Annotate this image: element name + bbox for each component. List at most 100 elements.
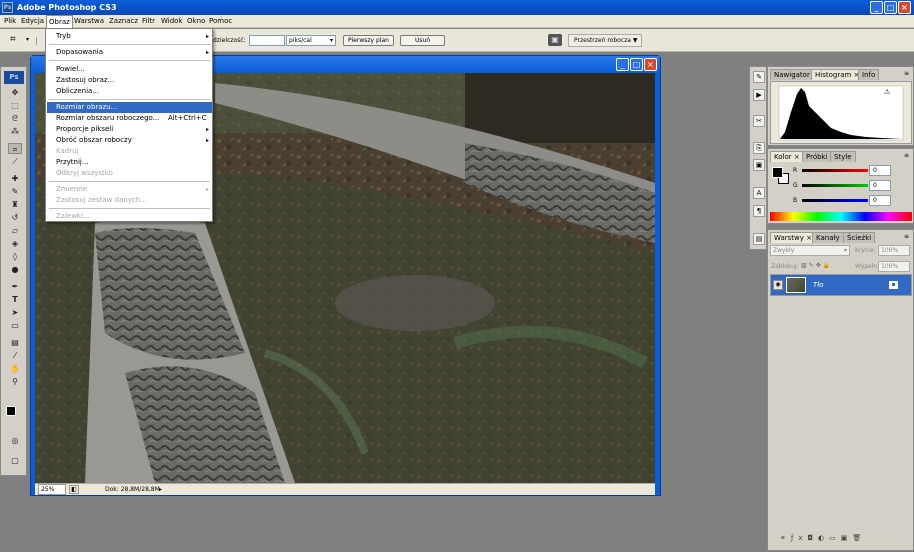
crop-tool-preset-icon[interactable]: ⌗: [10, 34, 24, 46]
menu-okno[interactable]: Okno: [187, 17, 205, 25]
move-tool-icon[interactable]: ✥: [8, 87, 22, 98]
eraser-tool-icon[interactable]: ▱: [8, 225, 22, 236]
red-value-input[interactable]: 0: [869, 165, 891, 176]
layers-panel: Warstwy × Kanały Ścieżki ≡ Zwykły ▾ Kryci…: [767, 229, 914, 551]
marquee-tool-icon[interactable]: ⬚: [8, 100, 22, 111]
menu-item-rozmiar-obszaru-roboczego[interactable]: Rozmiar obszaru roboczego... Alt+Ctrl+C: [47, 113, 212, 124]
blur-tool-icon[interactable]: ◊: [8, 251, 22, 262]
layer-row-background[interactable]: ◉ Tło ▪: [770, 274, 912, 296]
workspace-button[interactable]: Przestrzeń robocza ▼: [568, 34, 642, 47]
panel-menu-icon[interactable]: ≡: [904, 152, 909, 159]
menu-item-dopasowania[interactable]: Dopasowania ▸: [47, 47, 212, 58]
red-slider[interactable]: [802, 169, 868, 172]
green-value-input[interactable]: 0: [869, 180, 891, 191]
brush-tool-icon[interactable]: ✎: [8, 186, 22, 197]
menu-item-obroc-obszar-roboczy[interactable]: Obróć obszar roboczy ▸: [47, 135, 212, 146]
doc-minimize-button[interactable]: _: [616, 58, 629, 71]
clear-button[interactable]: Usuń: [400, 35, 445, 46]
tab-color[interactable]: Kolor ×: [770, 151, 804, 162]
menu-plik[interactable]: Plik: [4, 17, 16, 25]
menu-filtr[interactable]: Filtr: [142, 17, 155, 25]
tab-info[interactable]: Info: [858, 69, 880, 80]
eye-icon[interactable]: ◉: [773, 280, 783, 290]
menu-item-rozmiar-obrazu[interactable]: Rozmiar obrazu...: [47, 102, 212, 113]
foreground-color-swatch[interactable]: [6, 406, 16, 416]
tab-layers[interactable]: Warstwy ×: [770, 232, 817, 243]
brush-presets-icon[interactable]: ✎: [753, 71, 765, 83]
tab-paths[interactable]: Ścieżki: [843, 232, 876, 243]
paragraph-icon[interactable]: ¶: [753, 205, 765, 217]
tab-navigator[interactable]: Nawigator: [770, 69, 814, 80]
foreground-color-swatch[interactable]: [772, 167, 783, 178]
tab-histogram[interactable]: Histogram ×: [811, 69, 864, 80]
menu-edycja[interactable]: Edycja: [21, 17, 44, 25]
camera-icon[interactable]: ▣: [548, 34, 562, 46]
menu-widok[interactable]: Widok: [161, 17, 183, 25]
menu-pomoc[interactable]: Pomoc: [209, 17, 232, 25]
maximize-button[interactable]: □: [884, 1, 897, 14]
resolution-unit-select[interactable]: piks/cal ▾: [286, 35, 336, 46]
screen-mode-icon[interactable]: ▢: [8, 455, 22, 466]
color-spectrum-bar[interactable]: [770, 212, 912, 221]
resolution-input[interactable]: [249, 35, 285, 46]
lasso-tool-icon[interactable]: ᘓ: [8, 113, 22, 124]
layer-comps-icon[interactable]: ✂: [753, 115, 765, 127]
zoom-level-field[interactable]: 25%: [38, 484, 66, 495]
actions-icon[interactable]: ▣: [753, 159, 765, 171]
quick-mask-icon[interactable]: ◎: [8, 435, 22, 446]
menu-zaznacz[interactable]: Zaznacz: [109, 17, 138, 25]
history-brush-icon[interactable]: ↺: [8, 212, 22, 223]
menu-item-proporcje-pikseli[interactable]: Proporcje pikseli ▸: [47, 124, 212, 135]
green-slider[interactable]: [802, 184, 868, 187]
menu-item-tryb[interactable]: Tryb ▸: [47, 31, 212, 42]
menu-item-zastosuj-obraz[interactable]: Zastosuj obraz...: [47, 75, 212, 86]
opacity-input[interactable]: 100%: [878, 245, 910, 256]
tab-swatches[interactable]: Próbki: [802, 151, 832, 162]
eyedropper-icon[interactable]: ⁄: [8, 350, 22, 361]
character-icon[interactable]: A: [753, 187, 765, 199]
menu-obraz[interactable]: Obraz: [46, 15, 73, 29]
path-selection-icon[interactable]: ➤: [8, 307, 22, 318]
layers-footer-icons[interactable]: ⚭ƒx◘◐▭▣🗑: [770, 534, 912, 548]
close-button[interactable]: ×: [898, 1, 911, 14]
tool-presets-icon[interactable]: ▶: [753, 89, 765, 101]
blue-value-input[interactable]: 0: [869, 195, 891, 206]
close-icon[interactable]: ×: [794, 153, 800, 161]
menu-warstwa[interactable]: Warstwa: [74, 17, 104, 25]
tab-channels[interactable]: Kanały: [812, 232, 844, 243]
doc-close-button[interactable]: ×: [644, 58, 657, 71]
chevron-down-icon[interactable]: ▾: [26, 36, 29, 43]
notes-tool-icon[interactable]: ▤: [8, 337, 22, 348]
menu-item-przytnij[interactable]: Przytnij...: [47, 157, 212, 168]
healing-brush-icon[interactable]: ✚: [8, 173, 22, 184]
fill-input[interactable]: 100%: [878, 261, 910, 272]
shape-tool-icon[interactable]: ▭: [8, 320, 22, 331]
status-info-icon[interactable]: ◧: [69, 485, 79, 494]
panel-menu-icon[interactable]: ≡: [904, 70, 909, 77]
status-menu-arrow-icon[interactable]: ▸: [159, 484, 162, 495]
bucket-tool-icon[interactable]: ◈: [8, 238, 22, 249]
history-icon[interactable]: ⎘: [753, 142, 765, 154]
zoom-tool-icon[interactable]: ⚲: [8, 376, 22, 387]
doc-maximize-button[interactable]: □: [630, 58, 643, 71]
type-tool-icon[interactable]: T: [8, 294, 22, 305]
menu-item-powiel[interactable]: Powiel...: [47, 64, 212, 75]
panel-menu-icon[interactable]: ≡: [904, 233, 909, 240]
slice-tool-icon[interactable]: ⟋: [8, 156, 22, 167]
front-image-button[interactable]: Pierwszy plan: [343, 35, 394, 46]
histogram-panel: Nawigator Histogram × Info ≡ ⚠: [767, 66, 914, 146]
clone-source-icon[interactable]: ▤: [753, 233, 765, 245]
submenu-arrow-icon: ▸: [205, 49, 209, 56]
blend-mode-select[interactable]: Zwykły ▾: [770, 245, 850, 256]
magic-wand-icon[interactable]: ⁂: [8, 126, 22, 137]
crop-tool-icon[interactable]: ⌗: [8, 143, 22, 154]
minimize-button[interactable]: _: [870, 1, 883, 14]
menu-item-obliczenia[interactable]: Obliczenia...: [47, 86, 212, 97]
pen-tool-icon[interactable]: ✒: [8, 281, 22, 292]
clone-stamp-icon[interactable]: ♜: [8, 199, 22, 210]
lock-options-icons[interactable]: ▧✎✥🔒: [801, 262, 843, 271]
dodge-tool-icon[interactable]: ●: [8, 264, 22, 275]
tab-styles[interactable]: Style: [830, 151, 856, 162]
hand-tool-icon[interactable]: ✋: [8, 363, 22, 374]
blue-slider[interactable]: [802, 199, 868, 202]
